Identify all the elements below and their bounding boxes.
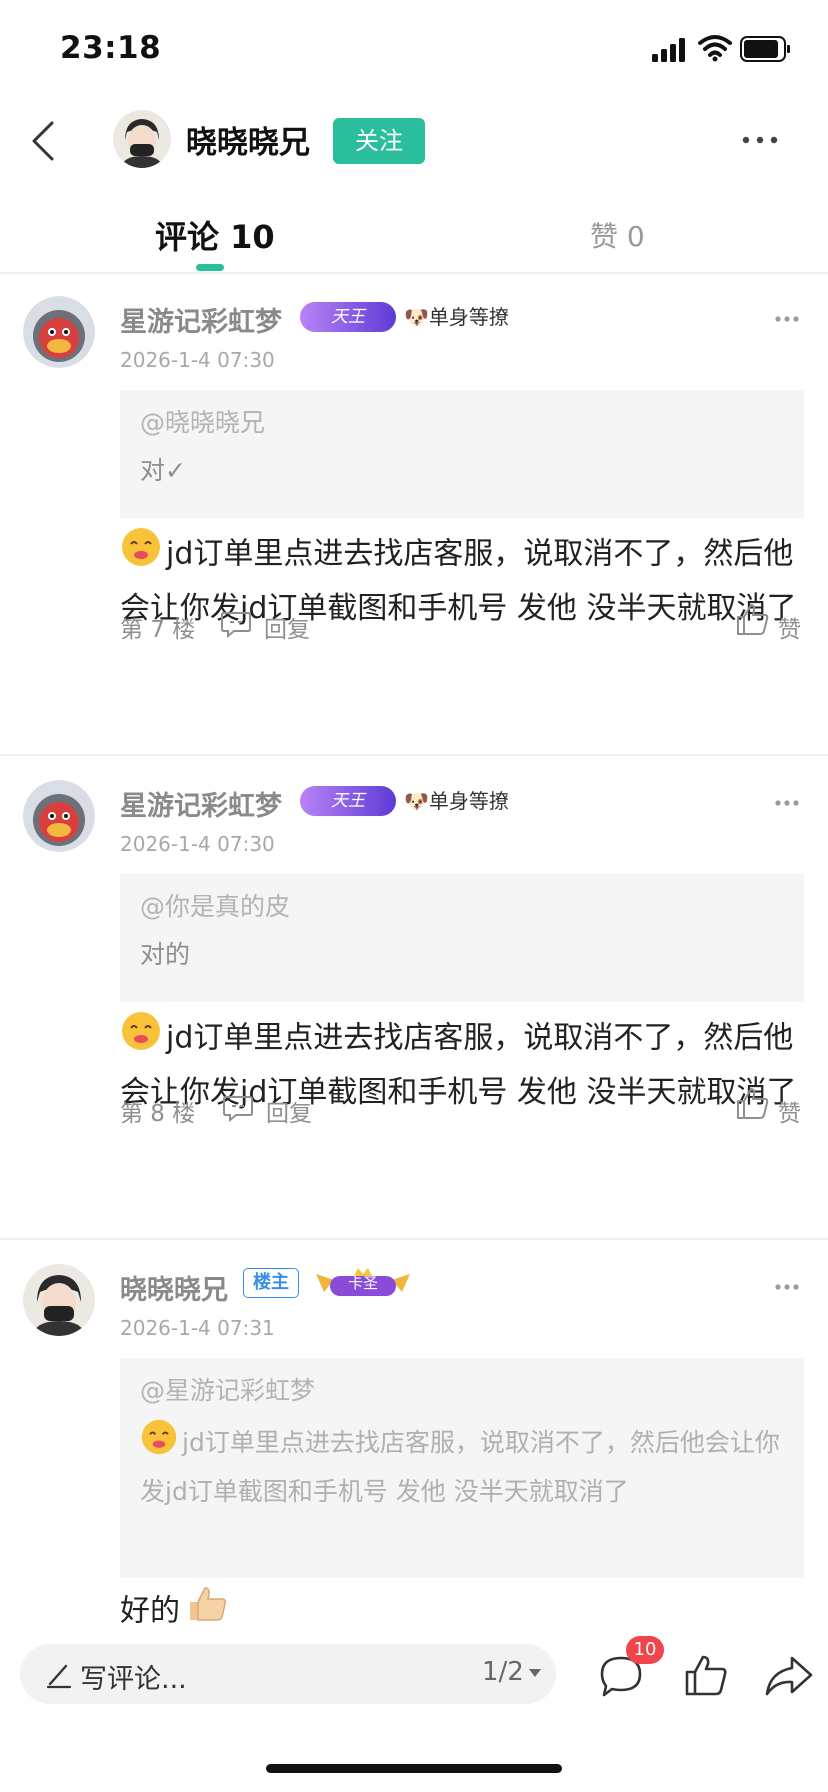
comment-text: 好的	[120, 1593, 180, 1629]
comment-date: 2026-1-4 07:30	[120, 832, 275, 856]
caret-down-icon[interactable]	[528, 1668, 542, 1678]
comment-user[interactable]: 晓晓晓兄	[120, 1268, 228, 1307]
reply-button[interactable]: 回复	[264, 610, 310, 644]
rank-badge: 卡圣	[314, 1266, 412, 1300]
reply-icon[interactable]	[220, 610, 252, 638]
divider	[0, 1238, 828, 1240]
page-selector[interactable]: 1/2	[482, 1657, 524, 1687]
avatar[interactable]	[23, 296, 95, 368]
owner-badge: 楼主	[243, 1268, 299, 1298]
doge-icon: 🐶	[404, 305, 429, 329]
avatar[interactable]	[23, 780, 95, 852]
comment-user[interactable]: 星游记彩虹梦	[120, 300, 282, 339]
reply-button[interactable]: 回复	[266, 1094, 312, 1128]
cellular-signal-icon	[652, 38, 685, 62]
status-badge: 🐶单身等撩	[404, 305, 509, 329]
wifi-icon	[698, 35, 732, 62]
comment-date: 2026-1-4 07:30	[120, 348, 275, 372]
quote-user: @星游记彩虹梦	[140, 1376, 316, 1405]
more-icon[interactable]	[774, 1282, 800, 1292]
author-avatar[interactable]	[113, 110, 171, 168]
comment-input-placeholder[interactable]: 写评论...	[80, 1657, 187, 1696]
comment-text-block: 好的	[120, 1584, 804, 1640]
follow-button[interactable]: 关注	[333, 118, 425, 164]
quote-user: @你是真的皮	[140, 892, 291, 921]
comment-user[interactable]: 星游记彩虹梦	[120, 784, 282, 823]
battery-icon	[740, 36, 790, 62]
tab-likes[interactable]: 赞 0	[590, 215, 645, 255]
tab-active-indicator	[196, 264, 224, 271]
more-icon[interactable]	[774, 798, 800, 808]
drooling-face-icon	[140, 1418, 178, 1470]
share-icon[interactable]	[764, 1654, 814, 1698]
drooling-face-icon	[120, 526, 162, 584]
divider	[0, 754, 828, 756]
more-icon[interactable]	[774, 314, 800, 324]
status-time: 23:18	[60, 30, 162, 66]
like-label[interactable]: 赞	[778, 1094, 801, 1128]
quoted-comment[interactable]: @星游记彩虹梦 jd订单里点进去找店客服，说取消不了，然后他会让你发jd订单截图…	[120, 1358, 804, 1578]
comment-date: 2026-1-4 07:31	[120, 1316, 275, 1340]
drooling-face-icon	[120, 1010, 162, 1068]
more-icon[interactable]	[740, 130, 780, 150]
home-indicator[interactable]	[266, 1764, 562, 1773]
thumbs-up-icon[interactable]	[684, 1653, 728, 1697]
tab-divider	[0, 272, 828, 274]
quote-text: 对✓	[140, 456, 186, 485]
tab-comments[interactable]: 评论 10	[155, 212, 275, 258]
quote-text: 对的	[140, 940, 191, 969]
quoted-comment[interactable]: @晓晓晓兄 对✓	[120, 390, 804, 518]
back-icon[interactable]	[28, 118, 58, 164]
quote-text: jd订单里点进去找店客服，说取消不了，然后他会让你发jd订单截图和手机号 发他 …	[140, 1428, 780, 1506]
comment-count-badge: 10	[626, 1636, 664, 1664]
quoted-comment[interactable]: @你是真的皮 对的	[120, 874, 804, 1002]
doge-icon: 🐶	[404, 789, 429, 813]
avatar[interactable]	[23, 1264, 95, 1336]
like-label[interactable]: 赞	[778, 610, 801, 644]
author-name[interactable]: 晓晓晓兄	[186, 117, 310, 162]
level-badge: 天王	[300, 786, 396, 816]
quote-user: @晓晓晓兄	[140, 408, 266, 437]
thumbs-up-icon[interactable]	[736, 602, 770, 636]
floor-number: 第 7 楼	[120, 617, 196, 643]
level-badge: 天王	[300, 302, 396, 332]
reply-icon[interactable]	[222, 1094, 254, 1122]
floor-number: 第 8 楼	[120, 1101, 196, 1127]
thumbs-up-icon[interactable]	[736, 1086, 770, 1120]
quote-text-block: jd订单里点进去找店客服，说取消不了，然后他会让你发jd订单截图和手机号 发他 …	[140, 1418, 784, 1514]
status-badge: 🐶单身等撩	[404, 789, 509, 813]
pen-icon	[46, 1664, 72, 1689]
thumbs-up-emoji-icon	[186, 1584, 228, 1640]
